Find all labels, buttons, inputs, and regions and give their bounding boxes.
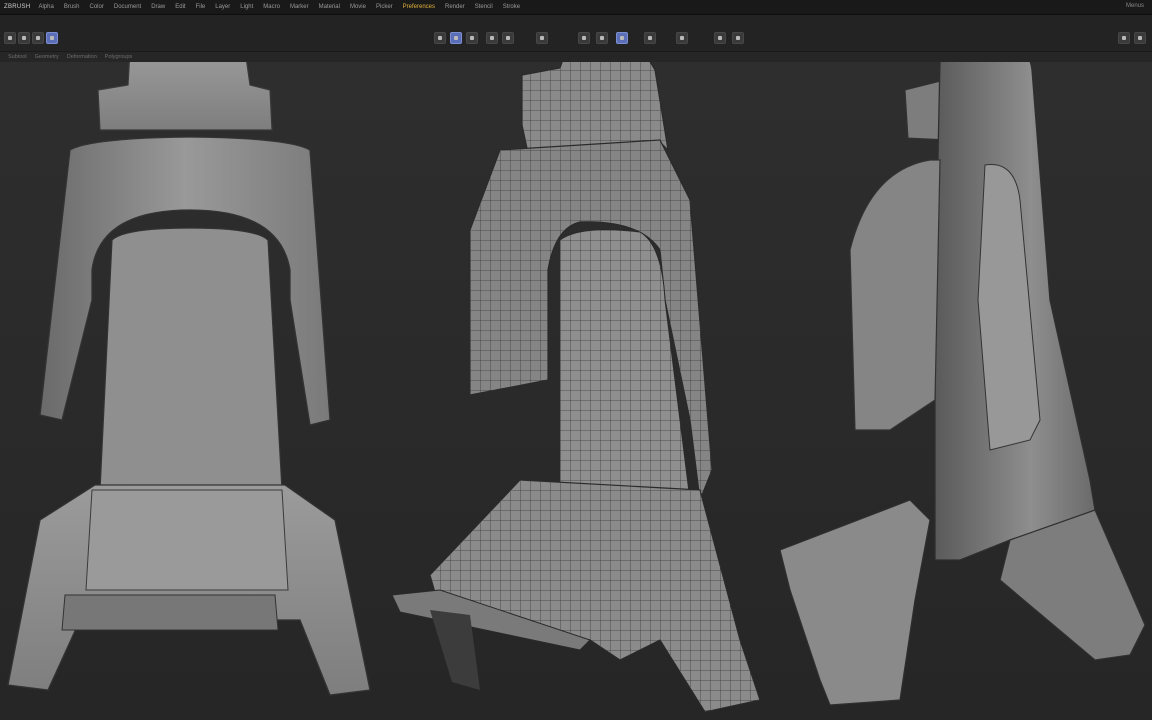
menu-item-color[interactable]: Color	[90, 4, 104, 10]
menu-item-document[interactable]: Document	[114, 4, 141, 10]
polyf-icon[interactable]	[536, 32, 548, 44]
transp-icon[interactable]	[578, 32, 590, 44]
toolbar	[0, 15, 1152, 52]
subbar-item-subtool[interactable]: Subtool	[8, 54, 27, 60]
menu-item-marker[interactable]: Marker	[290, 4, 309, 10]
menu-item-material[interactable]: Material	[319, 4, 340, 10]
xyz-icon[interactable]	[502, 32, 514, 44]
draw-icon[interactable]	[46, 32, 58, 44]
menu-item-file[interactable]: File	[196, 4, 206, 10]
move-icon[interactable]	[4, 32, 16, 44]
dynamic-icon[interactable]	[616, 32, 628, 44]
menu-item-brush[interactable]: Brush	[64, 4, 80, 10]
menu-item-draw[interactable]: Draw	[151, 4, 165, 10]
menu-item-preferences[interactable]: Preferences	[403, 4, 435, 10]
aahalf-icon[interactable]	[714, 32, 726, 44]
rotate-icon[interactable]	[32, 32, 44, 44]
line-fill-icon[interactable]	[732, 32, 744, 44]
menus-toggle[interactable]: Menus	[1126, 3, 1144, 9]
seat-wireframe-view[interactable]	[391, 62, 761, 713]
menu-item-stencil[interactable]: Stencil	[475, 4, 493, 10]
settings-icon[interactable]	[1134, 32, 1146, 44]
menu-item-edit[interactable]: Edit	[175, 4, 185, 10]
menu-item-alpha[interactable]: Alpha	[38, 4, 53, 10]
subbar-item-deformation[interactable]: Deformation	[67, 54, 97, 60]
scene-canvas[interactable]	[0, 62, 1152, 720]
frame-icon[interactable]	[434, 32, 446, 44]
palette-icon[interactable]	[1118, 32, 1130, 44]
actual-icon[interactable]	[676, 32, 688, 44]
sub-tool-bar: Subtool Geometry Deformation Polygroups	[0, 52, 1152, 62]
menu-item-render[interactable]: Render	[445, 4, 465, 10]
app-logo: ZBRUSH	[4, 4, 31, 10]
floor-icon[interactable]	[466, 32, 478, 44]
local-icon[interactable]	[486, 32, 498, 44]
subbar-item-polygroups[interactable]: Polygroups	[105, 54, 133, 60]
seat-front-view[interactable]	[7, 62, 371, 696]
seat-side-view[interactable]	[779, 62, 1146, 706]
subbar-item-geometry[interactable]: Geometry	[35, 54, 59, 60]
menu-item-light[interactable]: Light	[240, 4, 253, 10]
menu-item-movie[interactable]: Movie	[350, 4, 366, 10]
scale-icon[interactable]	[18, 32, 30, 44]
menu-item-stroke[interactable]: Stroke	[503, 4, 520, 10]
menu-item-macro[interactable]: Macro	[263, 4, 280, 10]
menu-item-layer[interactable]: Layer	[215, 4, 230, 10]
3d-viewport[interactable]	[0, 62, 1152, 720]
solo-icon[interactable]	[596, 32, 608, 44]
menu-item-picker[interactable]: Picker	[376, 4, 393, 10]
zoom-icon[interactable]	[644, 32, 656, 44]
menu-bar: ZBRUSH Alpha Brush Color Document Draw E…	[0, 0, 1152, 15]
persp-icon[interactable]	[450, 32, 462, 44]
